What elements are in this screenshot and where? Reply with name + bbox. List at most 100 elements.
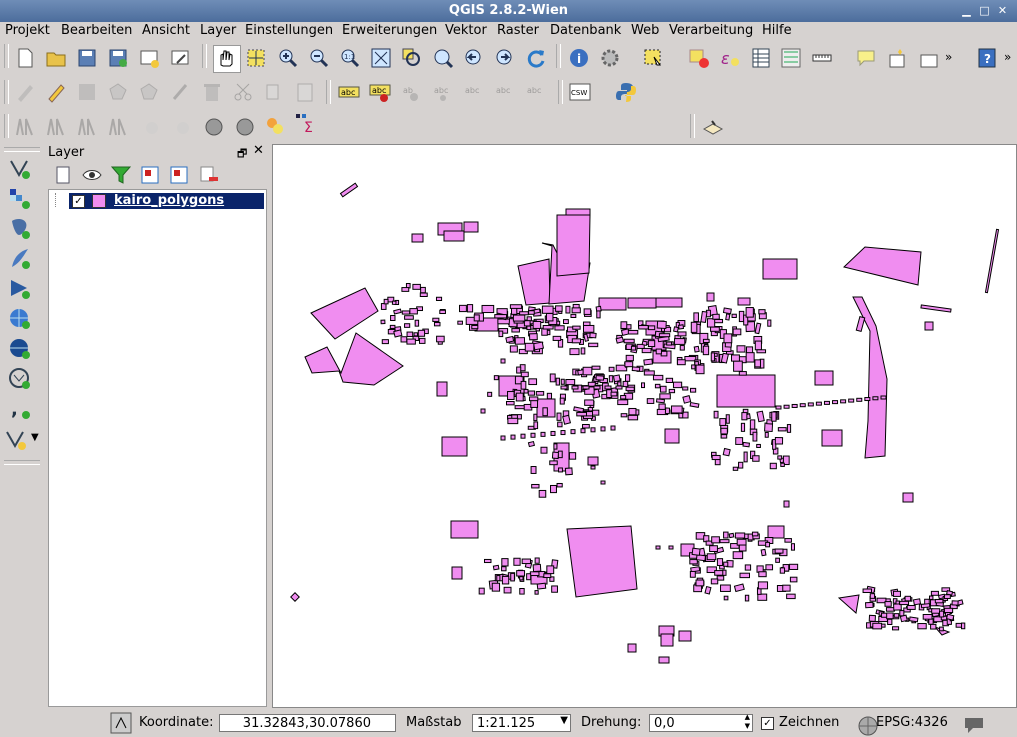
toolbar-grip[interactable]: [558, 80, 563, 104]
zoom-in-icon[interactable]: [277, 47, 299, 69]
save-edits-icon[interactable]: [76, 81, 98, 103]
add-part-icon[interactable]: [76, 115, 98, 137]
attribute-table-icon[interactable]: [750, 47, 772, 69]
minimize-icon[interactable]: ▁: [960, 4, 973, 17]
menu-hilfe[interactable]: Hilfe: [762, 23, 792, 38]
rotation-spinbox[interactable]: 0,0 ▲ ▼: [649, 713, 753, 732]
add-ring-icon[interactable]: [45, 115, 67, 137]
scale-combobox[interactable]: 1:21.125 ▼: [472, 714, 571, 732]
statistics-icon[interactable]: [780, 47, 802, 69]
help-icon[interactable]: ?: [976, 47, 998, 69]
toolbar-overflow-icon[interactable]: »: [1004, 50, 1011, 64]
menu-web[interactable]: Web: [631, 23, 659, 38]
rotate-label-icon[interactable]: abc: [462, 81, 484, 103]
reshape-icon[interactable]: [203, 115, 225, 137]
node-tool-icon[interactable]: [170, 81, 192, 103]
zoom-full-icon[interactable]: [370, 47, 392, 69]
add-wcs-layer-icon[interactable]: [8, 337, 30, 359]
menu-bearbeiten[interactable]: Bearbeiten: [61, 23, 132, 38]
move-label-icon[interactable]: abc: [431, 81, 453, 103]
expand-all-icon[interactable]: [139, 164, 159, 184]
menu-erweiterungen[interactable]: Erweiterungen: [342, 23, 437, 38]
map-canvas[interactable]: [272, 144, 1017, 708]
toolbar-grip[interactable]: [4, 80, 9, 104]
expression-select-icon[interactable]: ε: [719, 47, 741, 69]
select-icon[interactable]: [642, 47, 664, 69]
show-hide-labels-icon[interactable]: ab: [400, 81, 422, 103]
deselect-icon[interactable]: [688, 47, 710, 69]
add-feature-icon[interactable]: [107, 81, 129, 103]
menu-verarbeitung[interactable]: Verarbeitung: [669, 23, 753, 38]
eye-icon[interactable]: [81, 164, 102, 182]
float-panel-icon[interactable]: 🗗: [237, 145, 247, 164]
zoom-to-selection-icon[interactable]: [401, 47, 423, 69]
save-as-icon[interactable]: [107, 47, 129, 69]
add-delimited-text-icon[interactable]: ,: [8, 397, 30, 419]
add-postgis-layer-icon[interactable]: [8, 217, 30, 239]
menu-einstellungen[interactable]: Einstellungen: [245, 23, 333, 38]
composer-manager-icon[interactable]: [169, 47, 191, 69]
new-project-icon[interactable]: [14, 47, 36, 69]
toolbar-grip[interactable]: [4, 147, 40, 152]
georeferencer-icon[interactable]: [702, 115, 724, 137]
change-label-icon[interactable]: abc: [493, 81, 515, 103]
layer-visibility-checkbox[interactable]: ✓: [72, 195, 85, 208]
identify-icon[interactable]: i: [568, 47, 590, 69]
label-toolbar-icon[interactable]: abc: [338, 81, 360, 103]
menu-vektor[interactable]: Vektor: [445, 23, 487, 38]
add-spatialite-layer-icon[interactable]: [8, 247, 30, 269]
coordinate-field[interactable]: 31.32843,30.07860: [219, 714, 396, 732]
menu-datenbank[interactable]: Datenbank: [550, 23, 621, 38]
menu-ansicht[interactable]: Ansicht: [142, 23, 190, 38]
add-vector-layer-icon[interactable]: [8, 157, 30, 179]
menu-raster[interactable]: Raster: [497, 23, 539, 38]
paste-features-icon[interactable]: [294, 81, 316, 103]
new-shapefile-icon[interactable]: [4, 428, 26, 450]
move-feature-icon[interactable]: [138, 81, 160, 103]
delete-ring-icon[interactable]: [141, 115, 163, 137]
toolbar-grip[interactable]: [4, 114, 9, 138]
pan-icon[interactable]: [213, 45, 241, 73]
heatmap-icon[interactable]: [264, 115, 286, 137]
spinbox-arrows-icon[interactable]: ▲ ▼: [745, 713, 750, 731]
toolbar-grip[interactable]: [202, 44, 207, 68]
delete-part-icon[interactable]: [172, 115, 194, 137]
offset-curve-icon[interactable]: [234, 115, 256, 137]
measure-icon[interactable]: [811, 47, 833, 69]
close-icon[interactable]: ✕: [996, 4, 1009, 17]
cut-features-icon[interactable]: [232, 81, 254, 103]
delete-selected-icon[interactable]: [201, 81, 223, 103]
toolbar-grip[interactable]: [4, 44, 9, 68]
render-checkbox[interactable]: ✓: [761, 717, 774, 730]
crs-globe-icon[interactable]: [857, 715, 878, 736]
add-wfs-layer-icon[interactable]: [8, 367, 30, 389]
refresh-icon[interactable]: [525, 47, 547, 69]
layer-row-kairo-polygons[interactable]: ✓ kairo_polygons: [69, 193, 264, 209]
chevron-down-icon[interactable]: ▼: [31, 432, 39, 443]
maximize-icon[interactable]: □: [978, 4, 991, 17]
pin-labels-icon[interactable]: abc: [369, 81, 391, 103]
save-project-icon[interactable]: [76, 47, 98, 69]
pan-to-selection-icon[interactable]: [245, 47, 267, 69]
open-project-icon[interactable]: [45, 47, 67, 69]
collapse-all-icon[interactable]: [168, 164, 188, 184]
current-edits-icon[interactable]: [14, 81, 36, 103]
new-print-composer-icon[interactable]: [138, 47, 160, 69]
chevron-down-icon[interactable]: ▼: [560, 715, 568, 726]
copy-features-icon[interactable]: [263, 81, 285, 103]
toolbar-grip[interactable]: [326, 80, 331, 104]
python-icon[interactable]: [615, 81, 637, 103]
add-group-icon[interactable]: [52, 164, 70, 184]
toolbar-grip[interactable]: [4, 460, 40, 465]
map-tips-icon[interactable]: [855, 47, 877, 69]
add-raster-layer-icon[interactable]: [8, 187, 30, 209]
crs-label[interactable]: EPSG:4326: [876, 715, 948, 730]
menu-layer[interactable]: Layer: [200, 23, 236, 38]
zoom-to-layer-icon[interactable]: [432, 47, 454, 69]
fill-ring-icon[interactable]: [107, 115, 129, 137]
csw-icon[interactable]: CSW: [569, 81, 591, 103]
menu-projekt[interactable]: Projekt: [5, 23, 50, 38]
zoom-actual-icon[interactable]: 1:1: [339, 47, 361, 69]
simplify-icon[interactable]: [14, 115, 36, 137]
toggle-extents-icon[interactable]: [110, 712, 132, 734]
